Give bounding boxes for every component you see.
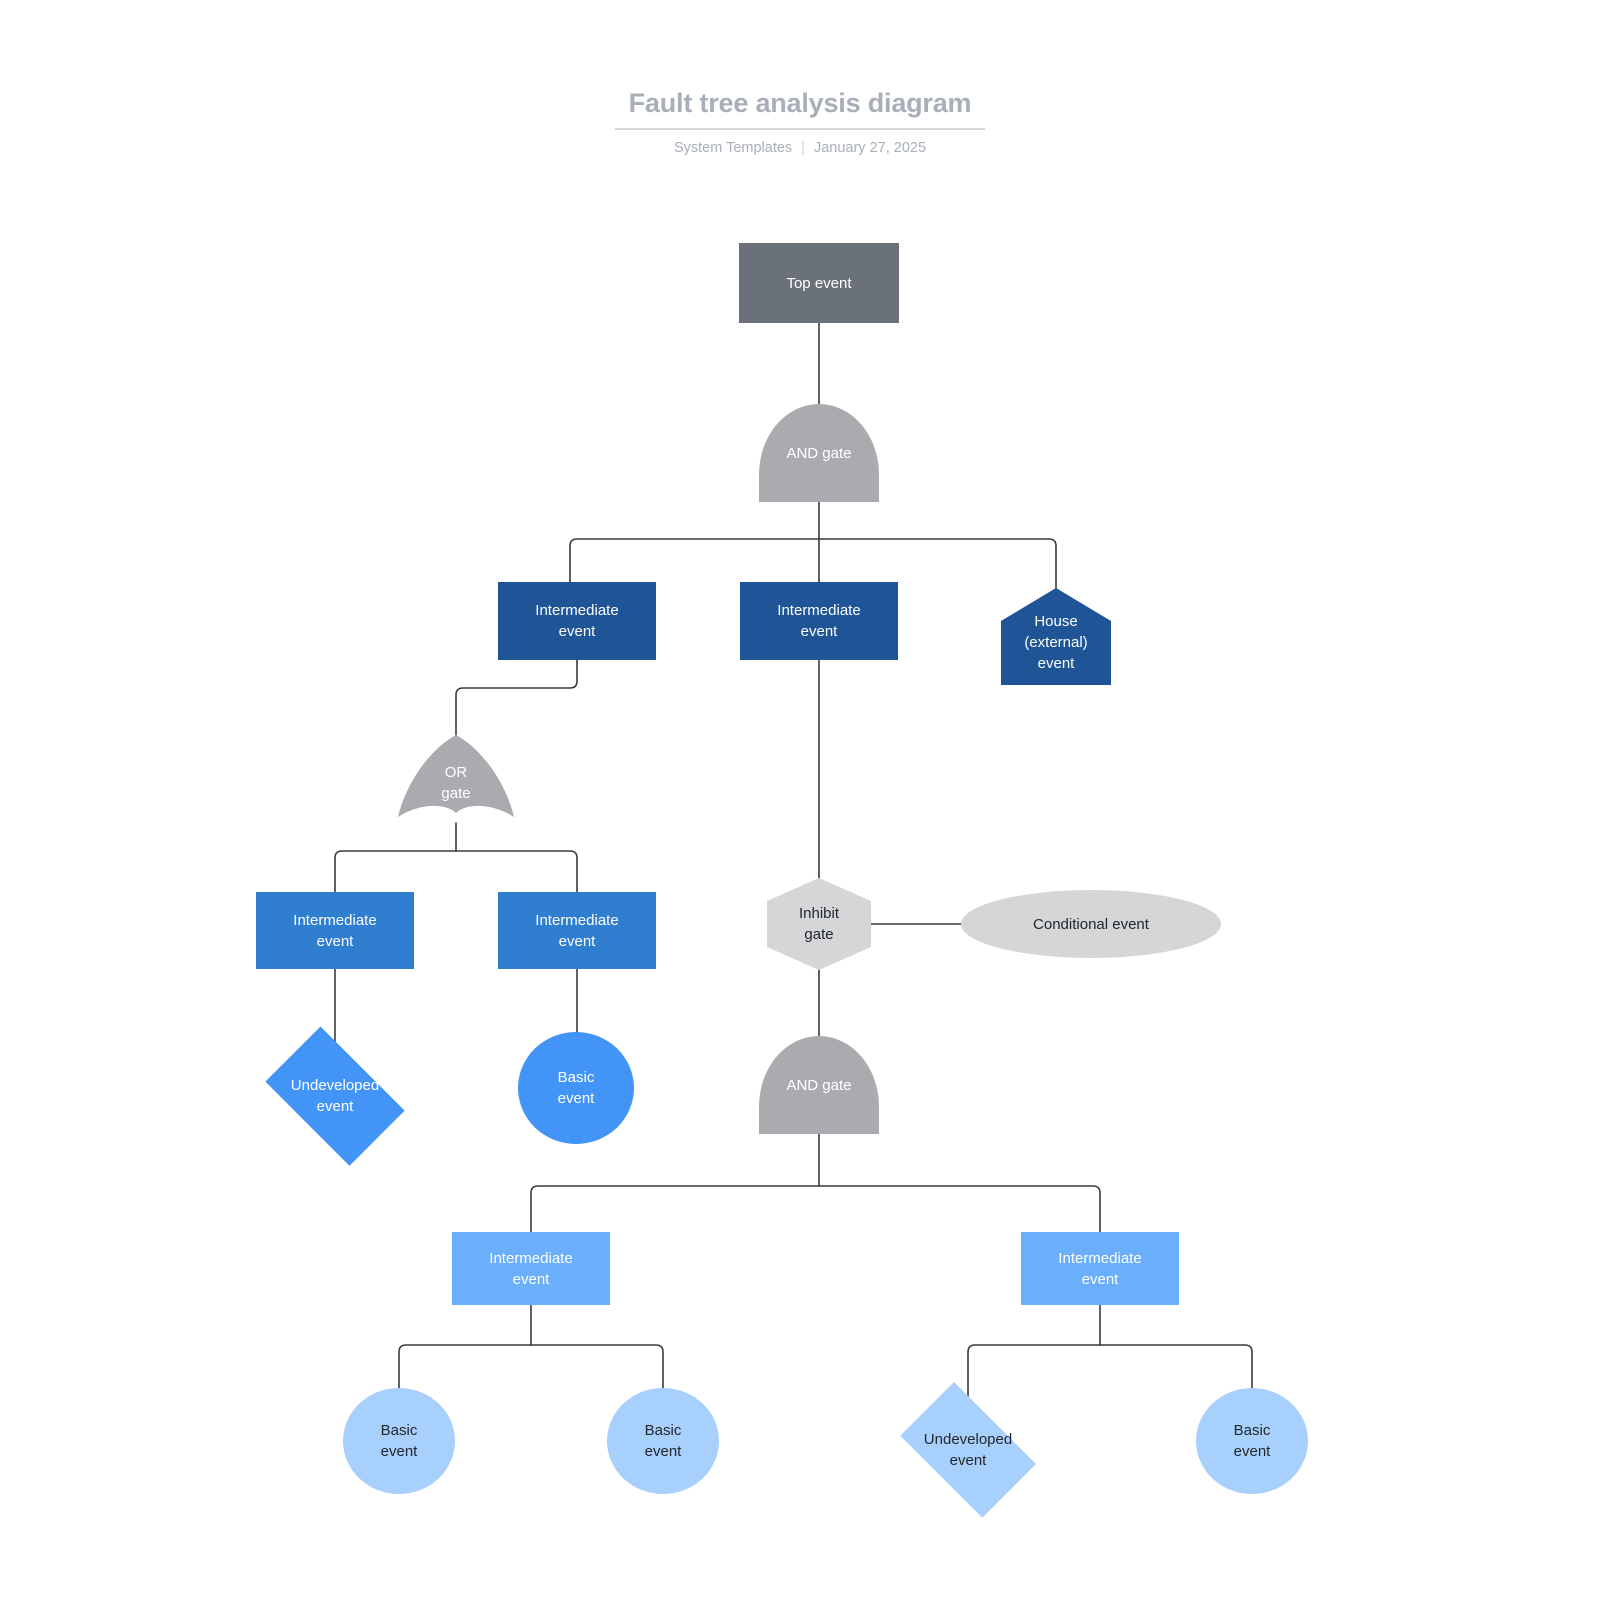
node-label: Conditional event	[1033, 915, 1149, 933]
node-inhibit-gate[interactable]: Inhibit gate	[767, 878, 871, 970]
node-basic-event-2[interactable]: Basic event	[343, 1388, 455, 1494]
node-label: Intermediate event	[1058, 1249, 1142, 1288]
edge-and2-to-intE	[530, 1185, 820, 1233]
node-label: House (external) event	[1024, 613, 1088, 672]
node-label: Basic event	[1233, 1422, 1271, 1460]
node-label: Undeveloped event	[290, 1077, 380, 1115]
edge-orgate-to-intC	[334, 850, 457, 893]
node-basic-event-4[interactable]: Basic event	[1196, 1388, 1308, 1494]
node-or-gate[interactable]: OR gate	[396, 735, 516, 823]
node-label: AND gate	[786, 444, 852, 462]
node-intermediate-event-f[interactable]: Intermediate event	[1021, 1232, 1179, 1305]
edge-intF-to-basic4	[1099, 1344, 1253, 1389]
node-conditional-event[interactable]: Conditional event	[961, 890, 1221, 958]
fault-tree-canvas: Top event AND gate Intermediate event In…	[0, 0, 1600, 1600]
node-label: Inhibit gate	[798, 905, 840, 943]
node-top-event[interactable]: Top event	[739, 243, 899, 323]
edge-and2-to-intF	[818, 1185, 1101, 1233]
node-and-gate-2[interactable]: AND gate	[759, 1036, 879, 1134]
node-undeveloped-event-2[interactable]: Undeveloped event	[886, 1382, 1050, 1518]
node-label: OR gate	[441, 764, 471, 802]
node-label: Top event	[786, 274, 852, 292]
node-intermediate-event-d[interactable]: Intermediate event	[498, 892, 656, 969]
node-label: AND gate	[786, 1076, 852, 1094]
edge-orgate-to-intD	[455, 850, 578, 893]
node-intermediate-event-c[interactable]: Intermediate event	[256, 892, 414, 969]
node-basic-event-3[interactable]: Basic event	[607, 1388, 719, 1494]
edge-intA-to-orgate	[455, 659, 578, 736]
node-label: Basic event	[380, 1422, 418, 1460]
node-undeveloped-event-1[interactable]: Undeveloped event	[251, 1026, 419, 1166]
node-label: Intermediate event	[489, 1249, 573, 1288]
edge-intE-to-basic2	[398, 1344, 532, 1389]
node-label: Basic event	[557, 1069, 595, 1107]
node-and-gate-1[interactable]: AND gate	[759, 404, 879, 502]
node-intermediate-event-b[interactable]: Intermediate event	[740, 582, 898, 660]
node-label: Intermediate event	[293, 911, 377, 950]
edge-and1-to-intA	[569, 538, 820, 583]
edge-intE-to-basic3	[530, 1344, 664, 1389]
node-basic-event-1[interactable]: Basic event	[518, 1032, 634, 1144]
edge-intF-to-undeveloped2	[967, 1344, 1101, 1397]
edge-and1-to-house	[818, 538, 1057, 589]
node-label: Undeveloped event	[923, 1431, 1013, 1469]
connector-layer	[334, 322, 1253, 1397]
node-label: Basic event	[644, 1422, 682, 1460]
node-intermediate-event-a[interactable]: Intermediate event	[498, 582, 656, 660]
node-label: Intermediate event	[535, 602, 619, 640]
node-house-external-event[interactable]: House (external) event	[1001, 588, 1111, 685]
node-label: Intermediate event	[777, 602, 861, 640]
node-intermediate-event-e[interactable]: Intermediate event	[452, 1232, 610, 1305]
node-label: Intermediate event	[535, 911, 619, 950]
